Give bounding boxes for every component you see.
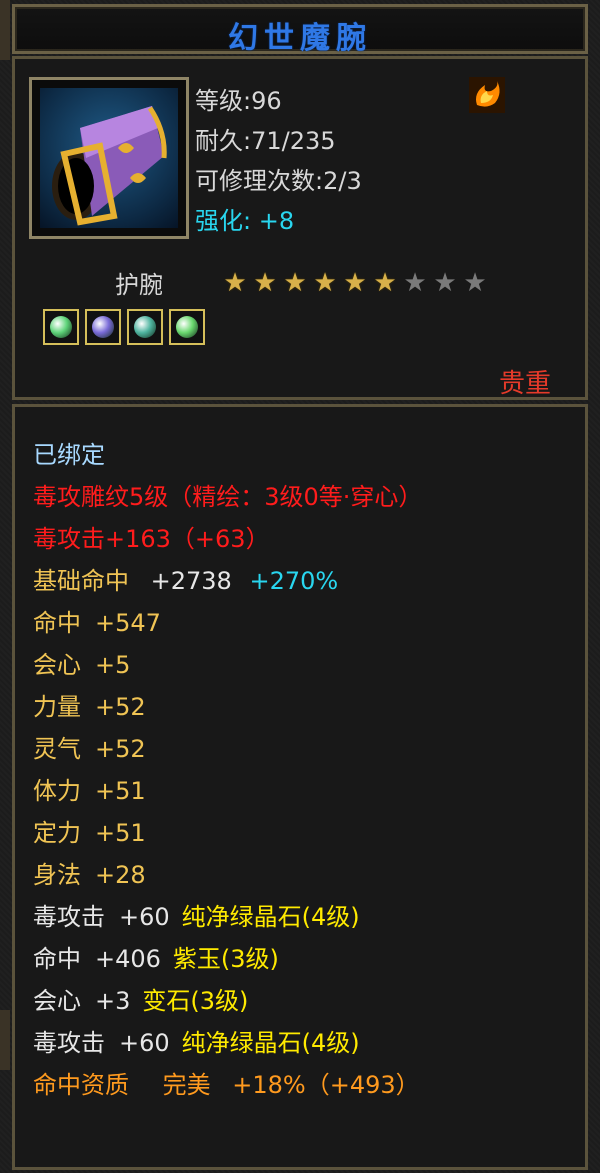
gem-face — [50, 316, 72, 338]
gem-stat-line: 毒攻击 +60 纯净绿晶石(4级) — [33, 897, 360, 932]
quality-grade: 完美 — [162, 1071, 211, 1099]
star-empty-icon: ★ — [403, 268, 427, 298]
stat-line: 体力 +51 — [33, 771, 146, 806]
gem-face — [92, 316, 114, 338]
stat-name: 定力 — [33, 819, 81, 847]
star-filled-icon: ★ — [343, 268, 367, 298]
teal-gem-icon[interactable] — [127, 309, 163, 345]
tooltip-frame: 幻世魔腕 等级:96 耐久:71/235 可修理次数:2/3 强化: +8 护腕… — [0, 0, 600, 1173]
star-filled-icon: ★ — [223, 268, 247, 298]
item-type-label: 护腕 — [115, 271, 163, 299]
star-filled-icon: ★ — [283, 268, 307, 298]
gem-name: 紫玉(3级) — [172, 945, 279, 973]
purple-gem-icon[interactable] — [85, 309, 121, 345]
item-icon-frame — [29, 77, 189, 239]
gem-stat-name: 会心 — [33, 987, 81, 1015]
star-rating: ★ ★ ★ ★ ★ ★ ★ ★ ★ — [221, 269, 489, 299]
rarity-label: 贵重 — [498, 369, 551, 399]
quality-line: 命中资质 完美 +18%（+493） — [33, 1065, 420, 1100]
stat-name: 力量 — [33, 693, 81, 721]
base-hit-label: 基础命中 — [33, 567, 129, 595]
engrave-line: 毒攻雕纹5级（精绘：3级0等·穿心） — [33, 483, 423, 511]
gem-name: 纯净绿晶石(4级) — [181, 1029, 360, 1057]
gem-name: 纯净绿晶石(4级) — [181, 903, 360, 931]
quality-label: 命中资质 — [33, 1071, 129, 1099]
gem-stat-name: 毒攻击 — [33, 903, 105, 931]
star-filled-icon: ★ — [253, 268, 277, 298]
item-header-panel: 等级:96 耐久:71/235 可修理次数:2/3 强化: +8 护腕 ★ ★ ★ ★… — [12, 56, 588, 400]
gem-stat-name: 命中 — [33, 945, 81, 973]
stat-value: +51 — [95, 819, 146, 847]
quality-bonus: +18%（+493） — [232, 1071, 420, 1099]
stat-name: 身法 — [33, 861, 81, 889]
base-hit-line: 基础命中 +2738 +270% — [33, 561, 338, 596]
stat-line: 力量 +52 — [33, 687, 146, 722]
star-filled-icon: ★ — [373, 268, 397, 298]
stat-value: +52 — [95, 693, 146, 721]
stat-value: +547 — [95, 609, 161, 637]
item-repair-count: 可修理次数:2/3 — [195, 167, 362, 195]
stat-value: +5 — [95, 651, 131, 679]
gem-face — [134, 316, 156, 338]
gem-name: 变石(3级) — [142, 987, 249, 1015]
stat-line: 灵气 +52 — [33, 729, 146, 764]
stat-name: 会心 — [33, 651, 81, 679]
base-hit-percent: +270% — [249, 567, 339, 595]
green-gem-icon[interactable] — [43, 309, 79, 345]
gem-face — [176, 316, 198, 338]
stat-name: 灵气 — [33, 735, 81, 763]
gem-stat-line: 命中 +406 紫玉(3级) — [33, 939, 279, 974]
gem-stat-value: +406 — [95, 945, 161, 973]
stat-line: 定力 +51 — [33, 813, 146, 848]
stat-value: +51 — [95, 777, 146, 805]
socketed-gems — [43, 309, 205, 345]
bracer-icon — [40, 88, 178, 228]
fire-icon — [469, 77, 505, 113]
stat-name: 体力 — [33, 777, 81, 805]
item-title: 幻世魔腕 — [228, 21, 372, 56]
green-gem-icon[interactable] — [169, 309, 205, 345]
gem-stat-line: 会心 +3 变石(3级) — [33, 981, 248, 1016]
star-empty-icon: ★ — [433, 268, 457, 298]
base-hit-value: +2738 — [150, 567, 232, 595]
item-durability: 耐久:71/235 — [195, 127, 336, 155]
stat-line: 身法 +28 — [33, 855, 146, 890]
stat-value: +28 — [95, 861, 146, 889]
star-filled-icon: ★ — [313, 268, 337, 298]
window-edge-decoration — [0, 0, 10, 60]
bind-status: 已绑定 — [33, 441, 105, 469]
gem-stat-value: +3 — [95, 987, 131, 1015]
poison-attack-line: 毒攻击+163（+63） — [33, 525, 270, 553]
tooltip-title-bar: 幻世魔腕 — [12, 4, 588, 56]
stat-line: 命中 +547 — [33, 603, 161, 638]
item-detail-panel: 已绑定 毒攻雕纹5级（精绘：3级0等·穿心） 毒攻击+163（+63） 基础命中… — [12, 404, 588, 1170]
gem-stat-value: +60 — [119, 1029, 170, 1057]
stat-name: 命中 — [33, 609, 81, 637]
item-level: 等级:96 — [195, 87, 282, 115]
gem-stat-name: 毒攻击 — [33, 1029, 105, 1057]
gem-stat-value: +60 — [119, 903, 170, 931]
stat-line: 会心 +5 — [33, 645, 130, 680]
star-empty-icon: ★ — [463, 268, 487, 298]
stat-value: +52 — [95, 735, 146, 763]
gem-stat-line: 毒攻击 +60 纯净绿晶石(4级) — [33, 1023, 360, 1058]
item-enhance-level: 强化: +8 — [195, 207, 295, 235]
window-edge-decoration — [0, 1010, 10, 1070]
